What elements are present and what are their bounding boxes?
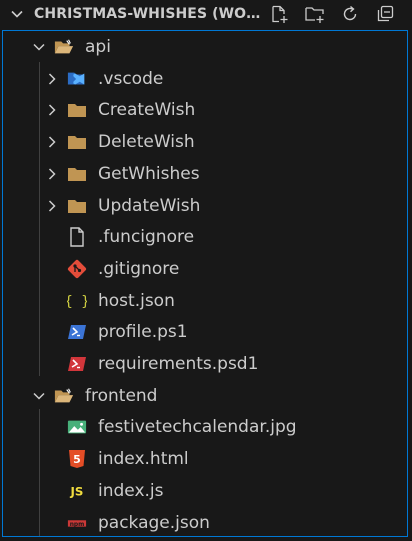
tree-file-item[interactable]: festivetechcalendar.jpg [3, 411, 407, 443]
tree-item-label: .gitignore [98, 258, 180, 279]
javascript-icon: JS [67, 481, 87, 501]
tree-file-item[interactable]: profile.ps1 [3, 316, 407, 348]
image-icon [67, 417, 87, 437]
new-file-icon [269, 4, 289, 24]
tree-item-label: profile.ps1 [98, 322, 188, 343]
tree-item-label: DeleteWish [98, 132, 195, 153]
tree-folder-item[interactable]: api [3, 31, 407, 63]
folder-icon [67, 132, 87, 152]
tree-file-item[interactable]: { } host.json [3, 285, 407, 317]
svg-text:5: 5 [73, 453, 81, 466]
tree-item-label: package.json [98, 512, 210, 533]
tree-file-item[interactable]: .funcignore [3, 221, 407, 253]
powershell-icon [67, 322, 87, 342]
chevron-right-icon[interactable] [43, 70, 61, 88]
tree-item-label: CreateWish [98, 100, 196, 121]
collapse-all-button[interactable] [373, 2, 397, 26]
npm-icon: npm [67, 513, 87, 533]
new-folder-icon [304, 4, 326, 24]
tree-file-item[interactable]: JS index.js [3, 475, 407, 507]
tree-item-label: .funcignore [98, 227, 195, 248]
html5-icon: 5 [67, 449, 87, 469]
git-icon [67, 259, 87, 279]
open-folder-icon [54, 37, 74, 57]
tree-folder-item[interactable]: GetWhishes [3, 158, 407, 190]
tree-item-label: .vscode [98, 68, 164, 89]
chevron-down-icon[interactable] [30, 387, 48, 405]
new-file-button[interactable] [267, 2, 291, 26]
open-folder-icon [54, 386, 74, 406]
new-folder-button[interactable] [303, 2, 327, 26]
tree-file-item[interactable]: .gitignore [3, 253, 407, 285]
collapse-all-icon [375, 4, 395, 24]
chevron-down-icon[interactable] [30, 38, 48, 56]
tree-item-label: index.html [98, 449, 189, 470]
chevron-right-icon[interactable] [43, 133, 61, 151]
folder-icon [67, 164, 87, 184]
tree-item-label: api [85, 37, 111, 57]
tree-folder-item[interactable]: DeleteWish [3, 126, 407, 158]
chevron-right-icon[interactable] [43, 165, 61, 183]
tree-file-item[interactable]: 5 index.html [3, 443, 407, 475]
refresh-icon [340, 4, 360, 24]
tree-folder-item[interactable]: CreateWish [3, 94, 407, 126]
tree-file-item[interactable]: npm package.json [3, 507, 407, 539]
chevron-down-icon[interactable] [8, 5, 26, 23]
workspace-title: CHRISTMAS-WHISHES (WOR... [34, 6, 270, 22]
folder-icon [67, 100, 87, 120]
explorer-section-header[interactable]: CHRISTMAS-WHISHES (WOR... [0, 0, 412, 28]
refresh-button[interactable] [338, 2, 362, 26]
tree-item-label: index.js [98, 480, 164, 501]
tree-folder-item[interactable]: UpdateWish [3, 190, 407, 222]
tree-item-label: requirements.psd1 [98, 354, 259, 374]
tree-item-label: host.json [98, 290, 175, 311]
tree-folder-item[interactable]: .vscode [3, 63, 407, 95]
tree-item-label: UpdateWish [98, 195, 201, 216]
chevron-right-icon[interactable] [43, 197, 61, 215]
tree-item-label: GetWhishes [98, 163, 200, 184]
svg-text:npm: npm [70, 521, 85, 527]
tree-item-label: festivetechcalendar.jpg [98, 417, 297, 438]
powershell-data-icon [67, 354, 87, 374]
tree-item-label: frontend [85, 385, 158, 406]
svg-text:JS: JS [70, 484, 84, 498]
tree-folder-item[interactable]: frontend [3, 380, 407, 412]
file-icon [67, 227, 87, 247]
json-icon: { } [67, 291, 87, 311]
vscode-folder-icon [67, 69, 87, 89]
folder-icon [67, 196, 87, 216]
file-explorer: CHRISTMAS-WHISHES (WOR... api .vscode Cr… [0, 0, 412, 541]
svg-text:{ }: { } [67, 294, 87, 310]
chevron-right-icon[interactable] [43, 101, 61, 119]
tree-file-item[interactable]: requirements.psd1 [3, 348, 407, 380]
